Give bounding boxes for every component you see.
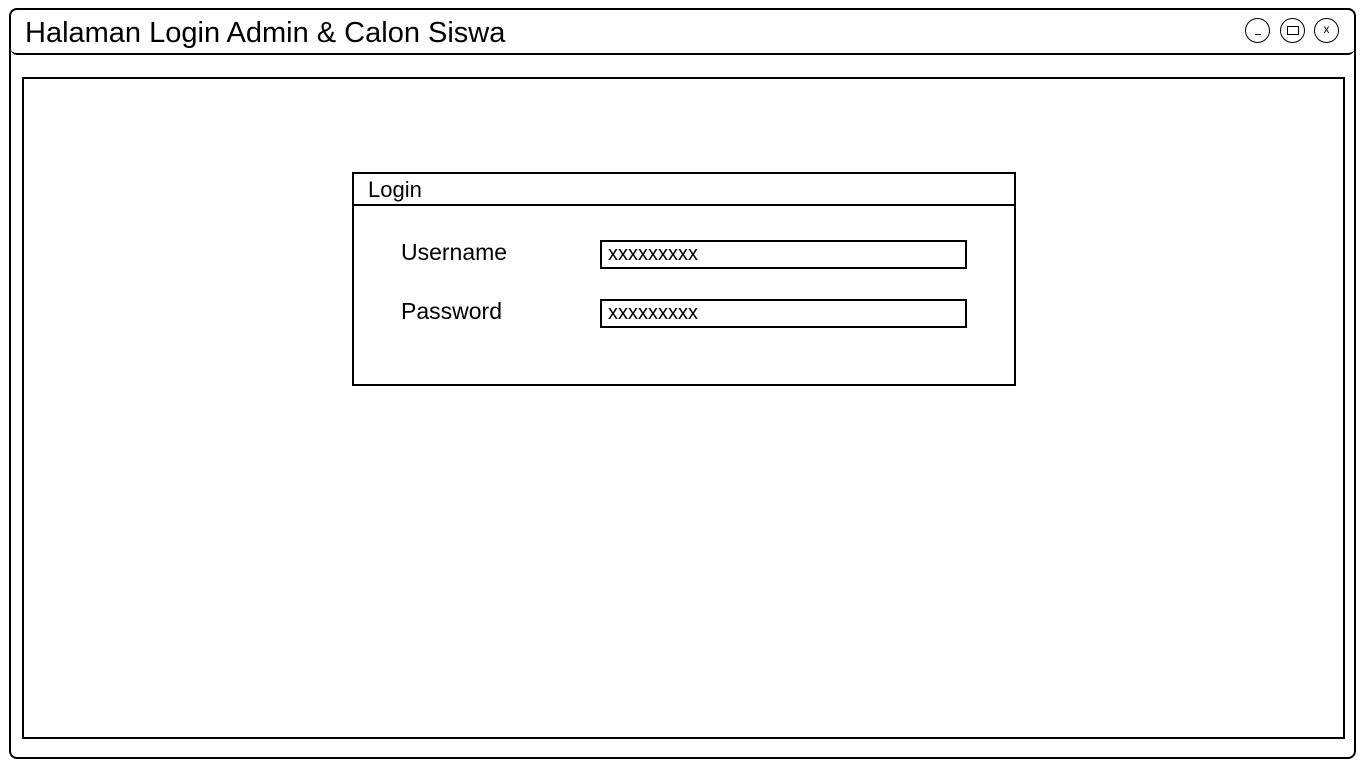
username-input[interactable]: xxxxxxxxx xyxy=(600,240,967,269)
title-bar: Halaman Login Admin & Calon Siswa x xyxy=(11,10,1354,55)
login-panel-title: Login xyxy=(368,177,422,202)
close-button[interactable]: x xyxy=(1314,18,1339,43)
login-panel: Login Username xxxxxxxxx Password xxxxxx… xyxy=(352,172,1016,386)
app-window: Halaman Login Admin & Calon Siswa x Logi… xyxy=(9,8,1356,759)
login-panel-header: Login xyxy=(354,174,1014,206)
minimize-icon xyxy=(1254,34,1261,35)
window-title: Halaman Login Admin & Calon Siswa xyxy=(25,17,506,49)
maximize-button[interactable] xyxy=(1280,18,1305,43)
password-input[interactable]: xxxxxxxxx xyxy=(600,299,967,328)
close-icon: x xyxy=(1323,22,1330,36)
password-label: Password xyxy=(401,298,502,324)
content-area: Login Username xxxxxxxxx Password xxxxxx… xyxy=(22,77,1345,739)
maximize-icon xyxy=(1286,26,1299,35)
username-label: Username xyxy=(401,239,508,265)
minimize-button[interactable] xyxy=(1245,18,1270,43)
